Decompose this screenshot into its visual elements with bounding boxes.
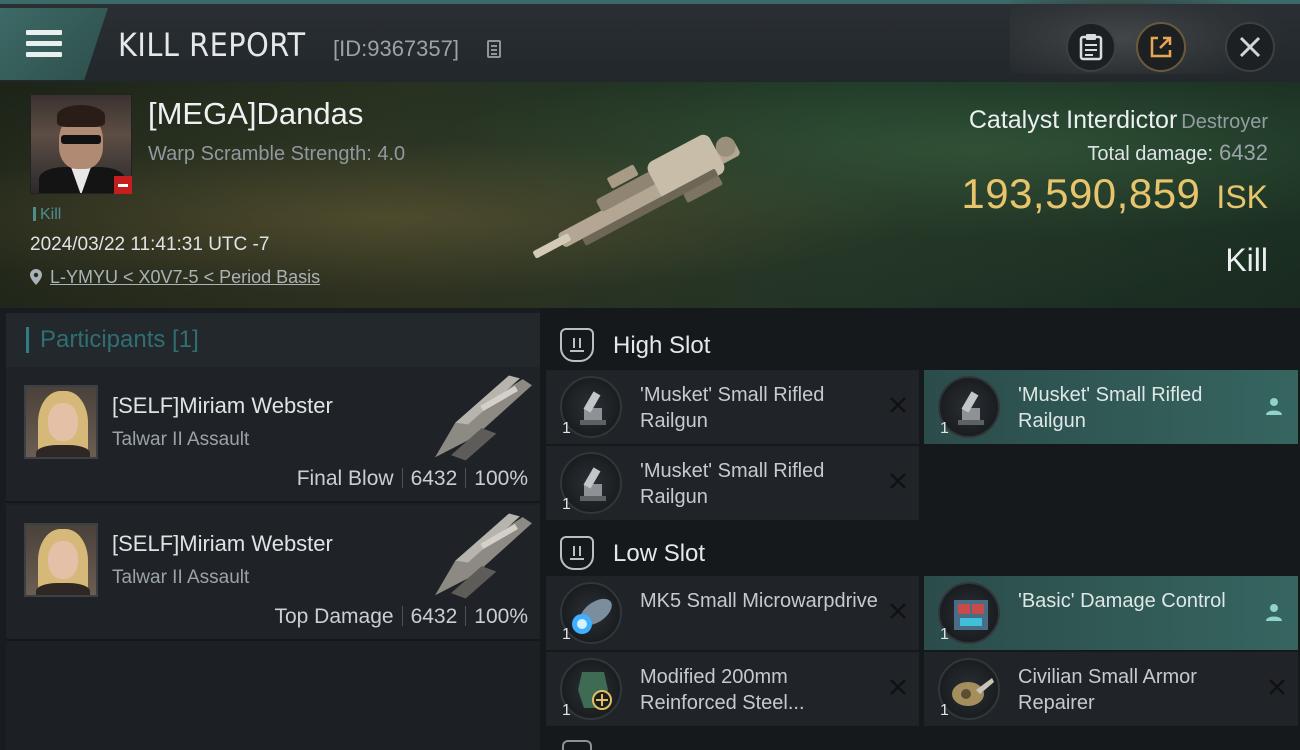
clipboard-button[interactable] [1066,22,1116,72]
module-slot[interactable]: 1 Civilian Small Armor Repairer [924,652,1298,726]
top-bar: KILL REPORT [ID:9367357] [0,0,1300,82]
participant-percent: 100% [474,605,528,628]
total-damage-value: 6432 [1219,140,1268,165]
person-icon[interactable] [1264,602,1284,622]
isk-unit: ISK [1216,179,1268,215]
participant-stats: Top Damage 6432 100% [274,605,528,629]
participant-damage: 6432 [410,467,458,490]
participant-name: [SELF]Miriam Webster [112,531,333,556]
module-name: Modified 200mm Reinforced Steel... [640,666,805,714]
module-slot[interactable]: 1 Modified 200mm Reinforced Steel... [546,652,919,726]
remove-icon[interactable] [889,602,907,620]
total-damage-label: Total damage: [1087,143,1214,165]
participant-percent: 100% [474,467,528,490]
share-icon [1150,36,1172,58]
isk-amount: 193,590,859 [961,170,1201,217]
participant-name: [SELF]Miriam Webster [112,393,333,418]
victim-summary: [MEGA]Dandas Warp Scramble Strength: 4.0… [0,82,1300,308]
module-name: 'Musket' Small Rifled Railgun [640,384,825,432]
ship-type: Catalyst Interdictor [968,106,1178,134]
isk-value: 193,590,859 ISK [961,170,1268,218]
close-button[interactable] [1225,22,1275,72]
page-title: KILL REPORT [118,26,306,64]
victim-status-badge [114,176,132,194]
module-quantity: 1 [562,420,571,437]
copy-icon[interactable] [487,40,501,58]
kill-result: Kill [1225,242,1268,278]
module-quantity: 1 [940,626,949,643]
high-slot-title: High Slot [613,332,711,359]
participant-avatar[interactable] [24,523,98,597]
person-icon[interactable] [1264,396,1284,416]
module-slot[interactable]: 1 'Basic' Damage Control [924,576,1298,650]
remove-icon[interactable] [889,678,907,696]
ship-name[interactable]: Catalyst Interdictor Destroyer [969,106,1268,135]
remove-icon[interactable] [889,396,907,414]
clipboard-icon [1079,34,1103,61]
module-quantity: 1 [940,702,949,719]
kill-tag: Kill [33,206,61,224]
participant-role: Final Blow [296,467,394,490]
report-id: [ID:9367357] [333,36,459,61]
module-quantity: 1 [562,702,571,719]
low-slot-title: Low Slot [613,540,706,567]
module-slot[interactable]: 1 'Musket' Small Rifled Railgun [546,370,919,444]
participants-title: Participants [1] [40,326,199,353]
remove-icon[interactable] [889,472,907,490]
module-quantity: 1 [562,496,571,513]
module-name: Civilian Small Armor Repairer [1018,666,1197,714]
participant-avatar[interactable] [24,385,98,459]
remove-icon[interactable] [1268,678,1286,696]
kill-time: 2024/03/22 11:41:31 UTC -7 [30,234,270,255]
slot-icon [560,328,594,362]
close-icon [1239,36,1261,58]
module-slot[interactable]: 1 'Musket' Small Rifled Railgun [546,446,919,520]
fitting-panel: High Slot 1 'Musket' Small Rifled Railgu… [540,308,1300,750]
participants-list: [SELF]Miriam Webster Talwar II Assault F… [6,367,540,750]
share-button[interactable] [1136,22,1186,72]
participant-ship-image [435,513,532,599]
slot-icon [560,536,594,570]
participant-ship: Talwar II Assault [112,567,250,588]
location-link[interactable]: L-YMYU < X0V7-5 < Period Basis [30,267,320,288]
ship-class: Destroyer [1181,111,1268,133]
module-slot[interactable]: 1 MK5 Small Microwarpdrive [546,576,919,650]
menu-icon [26,30,62,58]
participant-stats: Final Blow 6432 100% [297,467,528,491]
menu-button[interactable] [0,8,108,80]
victim-name[interactable]: [MEGA]Dandas [148,96,363,132]
module-name: MK5 Small Microwarpdrive [640,590,878,612]
module-slot[interactable]: 1 'Musket' Small Rifled Railgun [924,370,1298,444]
location-path[interactable]: L-YMYU < X0V7-5 < Period Basis [50,267,320,287]
participant-row[interactable]: [SELF]Miriam Webster Talwar II Assault T… [6,505,540,641]
high-slot-header: High Slot [540,314,1300,374]
participants-header: Participants [1] [6,313,540,367]
module-name: 'Musket' Small Rifled Railgun [1018,384,1203,432]
participant-ship: Talwar II Assault [112,429,250,450]
participant-ship-image [435,375,532,461]
module-quantity: 1 [562,626,571,643]
module-name: 'Musket' Small Rifled Railgun [640,460,825,508]
low-slot-header: Low Slot [540,522,1300,582]
map-pin-icon [30,269,42,285]
victim-ship-image [533,134,740,259]
participant-row[interactable]: [SELF]Miriam Webster Talwar II Assault F… [6,367,540,503]
participant-damage: 6432 [410,605,458,628]
next-slot-header-partial [540,738,1300,750]
total-damage: Total damage: 6432 [1087,140,1268,166]
module-name: 'Basic' Damage Control [1018,590,1226,612]
warp-scramble-strength: Warp Scramble Strength: 4.0 [148,143,406,165]
participant-role: Top Damage [274,605,394,628]
module-quantity: 1 [940,420,949,437]
kill-report-screen: KILL REPORT [ID:9367357] [MEGA]Dandas Wa… [0,0,1300,750]
